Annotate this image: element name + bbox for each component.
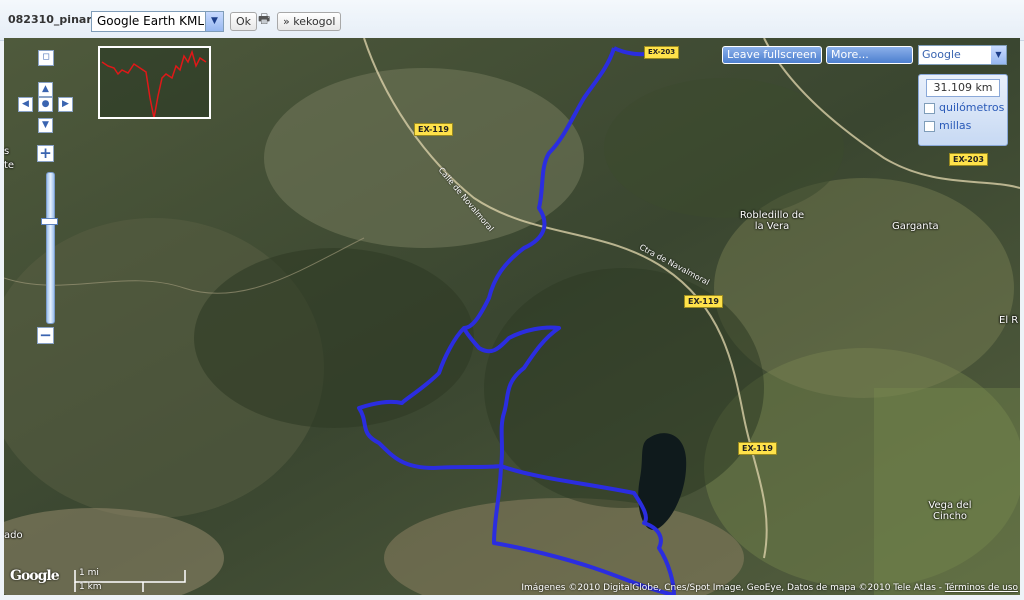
town-label: te (4, 160, 15, 171)
town-label: ado (4, 530, 23, 541)
zoom-out-button[interactable]: − (37, 327, 54, 344)
pan-down-button[interactable]: ▼ (38, 118, 53, 133)
map-type-select[interactable]: Google ▼ (918, 45, 1007, 65)
chevron-down-icon[interactable]: ▼ (205, 12, 223, 31)
km-label: quilómetros (939, 101, 1005, 114)
miles-checkbox[interactable] (924, 121, 935, 132)
terms-link[interactable]: Términos de uso (945, 583, 1018, 593)
format-select[interactable]: Google Earth KML ▼ (91, 11, 224, 32)
format-select-value: Google Earth KML (97, 14, 205, 28)
distance-value: 31.109 km (926, 79, 1000, 97)
map-type-value: Google (922, 48, 961, 61)
zoom-slider-track[interactable] (46, 172, 55, 324)
kekogol-link[interactable]: » kekogol (277, 12, 342, 31)
zoom-slider-thumb[interactable] (41, 218, 58, 225)
road-label-ex119: EX-119 (414, 123, 453, 136)
pan-left-button[interactable]: ◀ (18, 97, 33, 112)
google-logo[interactable]: Google (10, 568, 60, 584)
scale-km-label: 1 km (79, 582, 102, 592)
road-label-ex119: EX-119 (738, 442, 777, 455)
pan-center-button[interactable]: ● (38, 97, 53, 112)
page-title: 082310_pinar (8, 13, 92, 26)
fullscreen-icon[interactable]: ◻ (38, 50, 54, 66)
pan-up-button[interactable]: ▲ (38, 82, 53, 97)
town-label: Robledillo de la Vera (739, 210, 805, 232)
satellite-imagery (4, 38, 1020, 595)
town-label: s (4, 146, 10, 157)
bottom-strip (0, 595, 1024, 600)
road-label-ex203: EX-203 (949, 153, 988, 166)
zoom-in-button[interactable]: + (37, 145, 54, 162)
elevation-profile (98, 46, 211, 119)
town-label: Vega del Cincho (928, 500, 972, 522)
copyright-text: Imágenes ©2010 DigitalGlobe, Cnes/Spot I… (521, 583, 945, 593)
more-button[interactable]: More... (826, 46, 913, 64)
scale-mi-label: 1 mi (79, 568, 99, 578)
printer-icon[interactable]: 🖶 (258, 13, 272, 27)
leave-fullscreen-button[interactable]: Leave fullscreen (722, 46, 822, 64)
copyright: Imágenes ©2010 DigitalGlobe, Cnes/Spot I… (521, 583, 1018, 593)
miles-label: millas (939, 119, 972, 132)
road-label-ex119: EX-119 (684, 295, 723, 308)
road-label-ex203-top: EX-203 (644, 46, 680, 59)
town-label: El R (999, 315, 1019, 326)
town-label: Garganta (892, 221, 939, 232)
map-view[interactable]: ◻ ▲ ◀ ● ▶ ▼ + − Leave fullscreen More...… (4, 38, 1020, 595)
distance-panel: 31.109 km quilómetros millas (918, 74, 1008, 146)
km-checkbox[interactable] (924, 103, 935, 114)
toolbar: 082310_pinar Google Earth KML ▼ Ok 🖶 » k… (0, 0, 1024, 41)
chevron-down-icon[interactable]: ▼ (991, 46, 1006, 64)
ok-button[interactable]: Ok (230, 12, 258, 31)
pan-right-button[interactable]: ▶ (58, 97, 73, 112)
